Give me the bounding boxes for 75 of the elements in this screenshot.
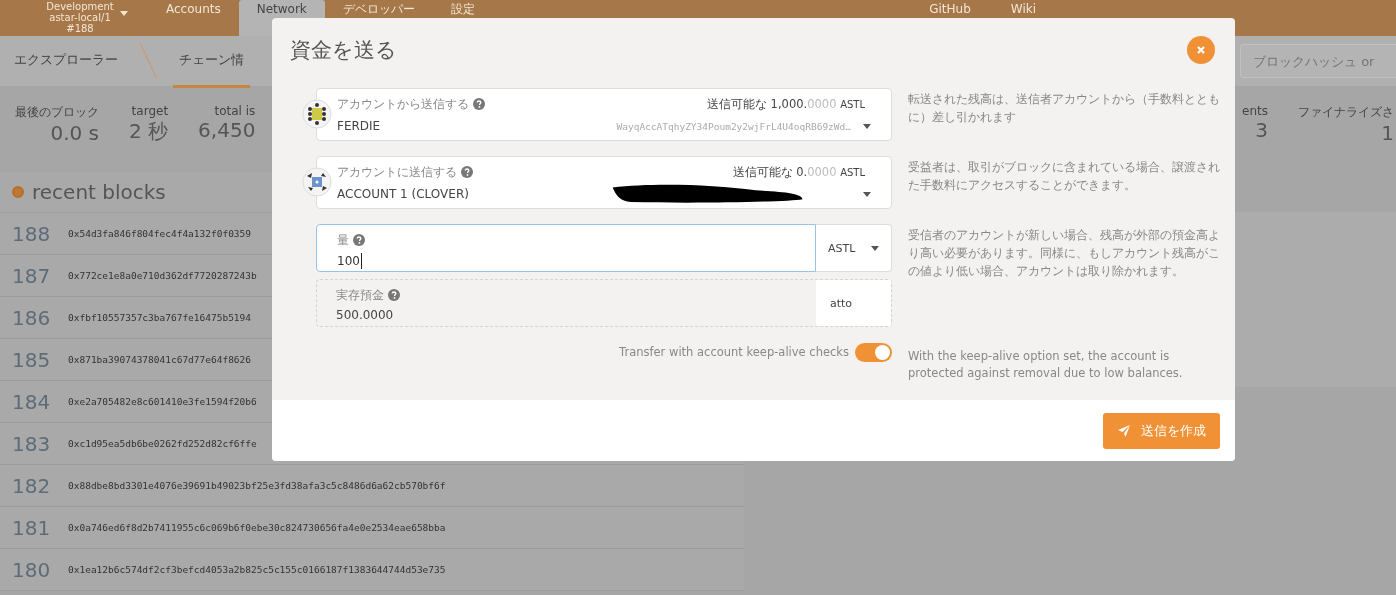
menu-tab[interactable]: Accounts [148, 0, 239, 36]
balance-text: 送信可能な 0.0000 ASTL [732, 164, 865, 180]
account-name: ACCOUNT 1 (CLOVER) [337, 187, 469, 201]
caret-icon [120, 11, 128, 16]
block-number[interactable]: 181 [0, 515, 68, 540]
amount-field[interactable]: 量 100 [316, 224, 816, 272]
stat-value: 6,450 [198, 117, 256, 142]
account-dropdown[interactable]: アカウントから送信する 送信可能な 1,000.0000 ASTL FERDIE WayqAccATqhyZY34Poum2y2wjFrL4U4oqRB69zWd… [316, 88, 892, 141]
field-label: アカウントに送信する [337, 163, 457, 181]
block-hash: 0x772ce1e8a0e710d362df7720287243b [68, 270, 257, 281]
dot-icon [12, 186, 24, 198]
block-hash: 0x871ba39074378041c67d77e64f8626 [68, 354, 252, 365]
stat-value: 3 [1255, 117, 1268, 142]
block-number[interactable]: 184 [0, 389, 68, 414]
account-dropdown[interactable]: アカウントに送信する 送信可能な 0.0000 ASTL ACCOUNT 1 (CLOVER) [316, 156, 892, 209]
menu-tab[interactable]: 設定 [432, 0, 493, 36]
block-number[interactable]: 187 [0, 263, 68, 288]
header-link[interactable]: GitHub [919, 0, 1001, 16]
block-number[interactable]: 183 [0, 431, 68, 456]
help-icon[interactable] [388, 289, 400, 301]
send-icon [1117, 423, 1131, 438]
stat-value: 1 [1381, 120, 1394, 145]
balance-text: 送信可能な 1,000.0000 ASTL [706, 96, 865, 112]
help-text: With the keep-alive option set, the account is protected against removal due to low balances. [908, 348, 1184, 382]
block-hash: 0x1ea12b6c574df2cf3befcd4053a2b825c5c155c0166187f1383644744d53e735 [68, 564, 446, 575]
block-number[interactable]: 188 [0, 221, 68, 246]
caret-icon [863, 191, 871, 197]
close-icon [1196, 45, 1206, 55]
field-value: 100 [337, 253, 362, 269]
block-number: #188 [66, 23, 94, 34]
keep-alive-toggle[interactable] [855, 343, 892, 362]
field-label: 実存預金 [336, 286, 384, 304]
stat-label: target [131, 103, 169, 118]
stat-label: 最後のブロック [15, 103, 99, 121]
identicon-icon [302, 99, 332, 129]
stat-value: 0.0 s [50, 120, 99, 145]
field-value: 500.0000 [336, 307, 395, 322]
submit-button[interactable]: 送信を作成 [1103, 412, 1220, 449]
block-hash: 0x0a746ed6f8d2b7411955c6c069b6f0ebe30c824730656fa4e0e2534eae658bba [68, 522, 446, 533]
block-number[interactable]: 180 [0, 557, 68, 582]
identicon-icon [302, 167, 332, 197]
block-number[interactable]: 185 [0, 347, 68, 372]
help-icon[interactable] [353, 234, 365, 246]
section-tab[interactable]: チェーン情 [173, 34, 250, 88]
network-name: Development [46, 1, 114, 12]
unit-label: atto [816, 280, 891, 326]
help-icon[interactable] [473, 98, 485, 110]
block-hash: 0x54d3fa846f804fec4f4a132f0f0359 [68, 228, 252, 239]
header-link[interactable]: Wiki [1000, 0, 1066, 16]
toggle-label: Transfer with account keep-alive checks [619, 344, 849, 359]
field-label: 量 [337, 231, 349, 249]
help-text: 転送された残高は、送信者アカウントから（手数料とともに）差し引かれます [908, 91, 1220, 126]
account-name: FERDIE [337, 119, 381, 133]
block-hash: 0xe2a705482e8c601410e3fe1594f20b6 [68, 396, 257, 407]
section-tab[interactable]: エクスプローラー [8, 34, 124, 88]
block-hash: 0xfbf10557357c3ba767fe16475b5194 [68, 312, 252, 323]
caret-icon [863, 123, 871, 129]
stat-label: total is [214, 103, 256, 118]
block-hash: 0xc1d95ea5db6be0262fd252d82cf6ffe [68, 438, 257, 449]
account-address: WayqAccATqhyZY34Poum2y2wjFrL4U4oqRB69zWd… [616, 120, 851, 132]
panel-title: recent blocks [32, 180, 166, 204]
help-icon[interactable] [461, 166, 473, 178]
block-hash: 0x88dbe8bd3301e4076e39691b49023bf25e3fd38afa3c5c8486d6a62cb570bf6f [68, 480, 446, 491]
unit-dropdown[interactable]: ASTL [816, 224, 892, 272]
block-number[interactable]: 186 [0, 305, 68, 330]
help-text: 受益者は、取引がブロックに含まれている場合、譲渡された手数料にアクセスすることができます。 [908, 159, 1220, 194]
menu-tab[interactable]: デベロッパー [324, 0, 433, 36]
stat-label: ファイナライズさ [1298, 103, 1394, 121]
help-text: 受信者のアカウントが新しい場合、残高が外部の預金高より高い必要があります。同様に、もしアカウント残高がこの値より低い場合、アカウントは取り除かれます。 [908, 227, 1220, 280]
block-number[interactable]: 182 [0, 473, 68, 498]
stat-value: 2 秒 [129, 118, 169, 145]
stat-label: ents [1242, 103, 1268, 118]
field-label: アカウントから送信する [337, 95, 469, 113]
chain-selector[interactable]: astar-local/1 [49, 12, 111, 23]
dialog-title: 資金を送る [290, 37, 397, 64]
